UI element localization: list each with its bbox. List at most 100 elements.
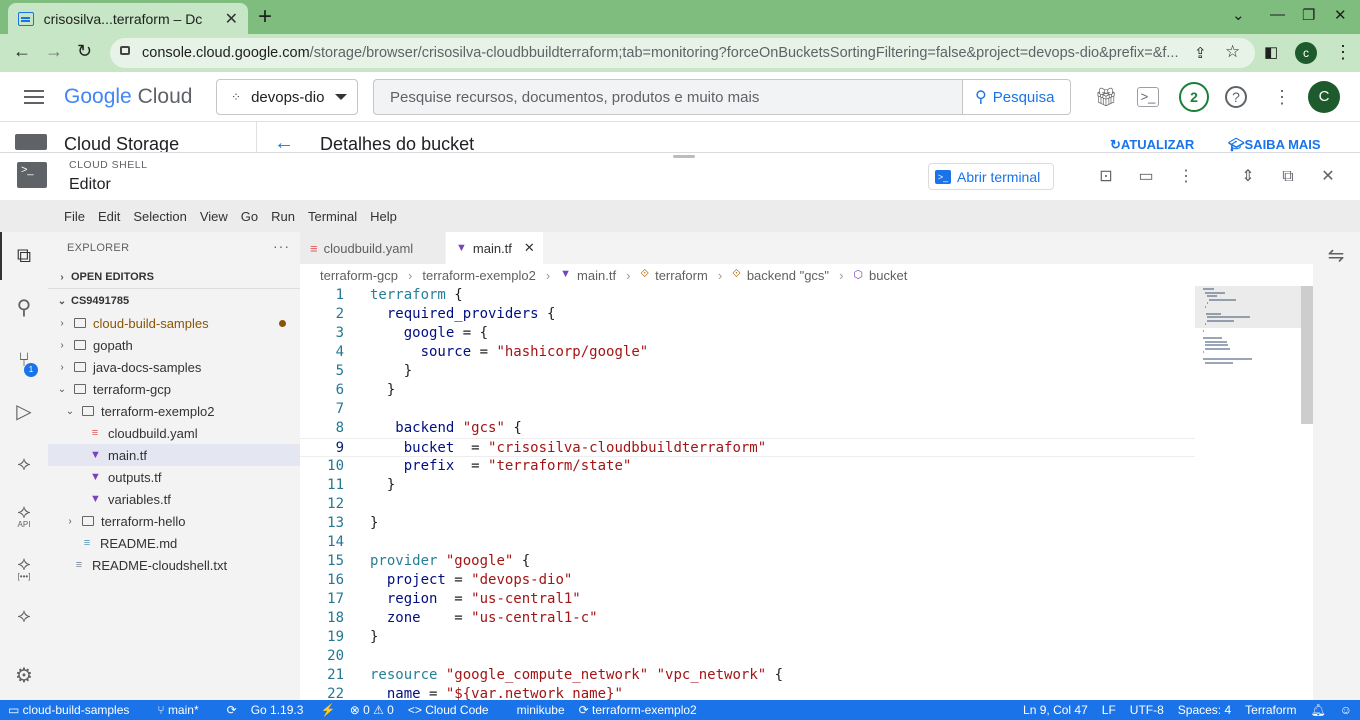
back-arrow-icon[interactable]: ← xyxy=(13,41,31,62)
menu-help[interactable]: Help xyxy=(364,209,403,224)
tree-file[interactable]: ≡ cloudbuild.yaml xyxy=(48,422,300,444)
code-line[interactable]: 3 google = { xyxy=(300,324,1195,343)
code-line[interactable]: 16 project = "devops-dio" xyxy=(300,571,1195,590)
code-line[interactable]: 22 name = "${var.network_name}" xyxy=(300,685,1195,700)
maximize-vertical-icon[interactable]: ⇕ xyxy=(1237,166,1259,188)
close-tab-icon[interactable]: ✕ xyxy=(524,240,535,256)
tree-folder[interactable]: ⌄ terraform-exemplo2 xyxy=(48,400,300,422)
gift-icon[interactable]: 🎁︎ xyxy=(1093,84,1119,110)
browser-menu-icon[interactable]: ⋮ xyxy=(1334,42,1352,63)
tree-folder[interactable]: ⌄ terraform-gcp xyxy=(48,378,300,400)
menu-file[interactable]: File xyxy=(58,209,91,224)
menu-terminal[interactable]: Terminal xyxy=(302,209,363,224)
status-minikube[interactable]: minikube xyxy=(517,703,565,717)
code-line[interactable]: 7 xyxy=(300,400,1195,419)
code-line[interactable]: 13} xyxy=(300,514,1195,533)
tree-file[interactable]: ▼ outputs.tf xyxy=(48,466,300,488)
code-line[interactable]: 19} xyxy=(300,628,1195,647)
status-branch[interactable]: ⑂ main* xyxy=(157,703,212,717)
code-editor[interactable]: 1 terraform {2 required_providers {3 goog… xyxy=(300,286,1195,700)
status-spaces[interactable]: Spaces: 4 xyxy=(1178,703,1231,717)
minimap-slider[interactable] xyxy=(1195,286,1301,328)
share-icon[interactable]: ⇪ xyxy=(1194,44,1207,62)
code-line[interactable]: 6 } xyxy=(300,381,1195,400)
code-line[interactable]: 17 region = "us-central1" xyxy=(300,590,1195,609)
code-line[interactable]: 10 prefix = "terraform/state" xyxy=(300,457,1195,476)
code-line[interactable]: 2 required_providers { xyxy=(300,305,1195,324)
code-line[interactable]: 21 resource "google_compute_network" "vpc… xyxy=(300,666,1195,685)
search-button[interactable]: ⚲ Pesquisa xyxy=(962,79,1071,115)
tree-file[interactable]: ≡ README-cloudshell.txt xyxy=(48,554,300,576)
code-line[interactable]: 14 xyxy=(300,533,1195,552)
new-tab-button[interactable]: + xyxy=(258,4,272,30)
code-line[interactable]: 5 } xyxy=(300,362,1195,381)
explorer-files-icon[interactable]: ⧉ xyxy=(12,244,36,268)
cloud-run-icon[interactable]: ⟡ xyxy=(12,604,36,628)
help-icon[interactable]: ? xyxy=(1225,86,1247,108)
tree-folder[interactable]: › terraform-hello xyxy=(48,510,300,532)
breadcrumb-item[interactable]: terraform xyxy=(655,268,708,284)
menu-edit[interactable]: Edit xyxy=(92,209,126,224)
status-cloud-code[interactable]: <> Cloud Code xyxy=(408,703,503,717)
layout-panel-icon[interactable]: ▭ xyxy=(1135,166,1157,188)
tree-file[interactable]: ▼ main.tf xyxy=(48,444,300,466)
open-new-window-icon[interactable]: ⧉ xyxy=(1277,166,1299,188)
close-tab-icon[interactable]: ✕ xyxy=(225,9,238,29)
close-window-icon[interactable]: ✕ xyxy=(1334,6,1347,24)
breadcrumb-item[interactable]: terraform-exemplo2 xyxy=(422,268,535,284)
status-eol[interactable]: LF xyxy=(1102,703,1116,717)
url-text[interactable]: console.cloud.google.com/storage/browser… xyxy=(142,45,1182,61)
menu-go[interactable]: Go xyxy=(235,209,264,224)
tree-folder[interactable]: › java-docs-samples xyxy=(48,356,300,378)
code-line[interactable]: 11 } xyxy=(300,476,1195,495)
explorer-more-icon[interactable]: ··· xyxy=(273,238,290,254)
learn-more-button[interactable]: 🎓︎SAIBA MAIS xyxy=(1228,137,1321,153)
side-panel-icon[interactable]: ◧ xyxy=(1264,43,1278,61)
code-line[interactable]: 9 bucket = "crisosilva-cloudbbuildterraf… xyxy=(300,438,1195,457)
open-editors-section[interactable]: › OPEN EDITORS xyxy=(48,266,300,288)
feedback-icon[interactable]: ☺ xyxy=(1340,703,1352,717)
resize-handle[interactable] xyxy=(673,155,695,158)
browser-profile-avatar[interactable]: c xyxy=(1295,42,1317,64)
status-cursor-position[interactable]: Ln 9, Col 47 xyxy=(1023,703,1088,717)
project-selector[interactable]: ⁘ devops-dio xyxy=(216,79,358,115)
notifications-badge[interactable]: 2 xyxy=(1179,82,1209,112)
gemini-chat-icon[interactable]: ⇋ xyxy=(1324,244,1348,268)
more-options-icon[interactable]: ⋮ xyxy=(1269,84,1295,110)
tab-main-tf[interactable]: ▼ main.tf ✕ xyxy=(446,232,543,264)
status-encoding[interactable]: UTF-8 xyxy=(1130,703,1164,717)
run-debug-icon[interactable]: ▷ xyxy=(12,400,36,424)
close-icon[interactable]: ✕ xyxy=(1317,166,1339,188)
menu-view[interactable]: View xyxy=(194,209,234,224)
code-line[interactable]: 18 zone = "us-central1-c" xyxy=(300,609,1195,628)
minimap[interactable] xyxy=(1195,286,1301,700)
status-workspace[interactable]: ▭ cloud-build-samples xyxy=(8,703,143,717)
status-go-version[interactable]: Go 1.19.3 ⚡ xyxy=(251,703,336,717)
open-terminal-button[interactable]: >_ Abrir terminal xyxy=(928,163,1054,190)
status-problems[interactable]: ⊗ 0 ⚠ 0 xyxy=(350,703,394,717)
tree-folder[interactable]: › gopath xyxy=(48,334,300,356)
cloud-code-icon[interactable]: ⟡ xyxy=(12,452,36,476)
menu-selection[interactable]: Selection xyxy=(127,209,192,224)
search-icon[interactable]: ⚲ xyxy=(12,296,36,320)
search-input[interactable]: Pesquise recursos, documentos, produtos … xyxy=(373,79,963,115)
minimize-window-icon[interactable]: — xyxy=(1270,6,1285,23)
code-line[interactable]: 8 backend "gcs" { xyxy=(300,419,1195,438)
code-line[interactable]: 12 xyxy=(300,495,1195,514)
web-preview-icon[interactable]: ⊡ xyxy=(1095,166,1117,188)
restore-window-icon[interactable]: ❐ xyxy=(1302,6,1315,24)
breadcrumb-item[interactable]: backend "gcs" xyxy=(747,268,829,284)
google-cloud-logo[interactable]: Google Cloud xyxy=(64,85,192,109)
code-line[interactable]: 20 xyxy=(300,647,1195,666)
editor-scrollbar[interactable] xyxy=(1301,286,1313,424)
code-line[interactable]: 4 source = "hashicorp/google" xyxy=(300,343,1195,362)
tree-file[interactable]: ▼ variables.tf xyxy=(48,488,300,510)
code-line[interactable]: 1 terraform { xyxy=(300,286,1195,305)
tab-search-chevron-icon[interactable]: ⌄ xyxy=(1232,6,1245,24)
notifications-bell-icon[interactable]: 🔔︎ xyxy=(1311,703,1326,717)
code-line[interactable]: 15 provider "google" { xyxy=(300,552,1195,571)
breadcrumb-item[interactable]: bucket xyxy=(869,268,907,284)
account-avatar[interactable]: C xyxy=(1308,81,1340,113)
settings-gear-icon[interactable]: ⚙ xyxy=(12,664,36,688)
cloud-shell-icon[interactable]: >_ xyxy=(1137,87,1159,107)
